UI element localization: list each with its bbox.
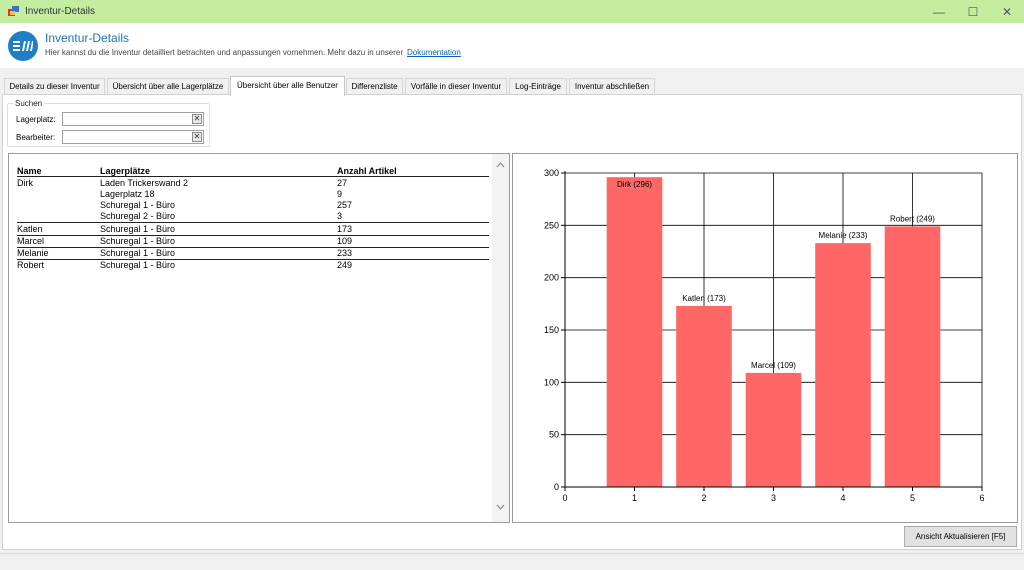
- row-divider: [17, 235, 489, 236]
- x-tick-label: 1: [632, 493, 637, 503]
- cell-anzahl: 109: [337, 236, 353, 246]
- lagerplatz-clear-button[interactable]: ✕: [192, 114, 202, 124]
- x-tick-label: 6: [979, 493, 984, 503]
- maximize-icon: ☐: [967, 4, 979, 19]
- scroll-up-icon[interactable]: [492, 156, 509, 173]
- lagerplatz-label: Lagerplatz:: [16, 114, 56, 124]
- cell-anzahl: 233: [337, 248, 353, 258]
- cell-lagerplatz: Lagerplatz 18: [100, 189, 155, 199]
- cell-anzahl: 3: [337, 211, 343, 221]
- row-divider: [17, 222, 489, 223]
- x-tick-label: 2: [701, 493, 706, 503]
- maximize-button[interactable]: ☐: [956, 0, 990, 23]
- status-bar: [0, 553, 1024, 570]
- tab-details[interactable]: Details zu dieser Inventur: [4, 78, 105, 95]
- bearbeiter-row: Bearbeiter:: [16, 130, 64, 144]
- row-divider: [17, 247, 489, 248]
- y-tick-label: 0: [554, 482, 559, 492]
- bearbeiter-label: Bearbeiter:: [16, 132, 56, 142]
- cell-anzahl: 257: [337, 200, 353, 210]
- cell-name: Dirk: [17, 178, 33, 188]
- cell-lagerplatz: Schuregal 1 - Büro: [100, 224, 176, 234]
- cell-lagerplatz: Schuregal 1 - Büro: [100, 200, 176, 210]
- x-tick-label: 5: [910, 493, 915, 503]
- y-tick-label: 300: [544, 168, 559, 178]
- minimize-icon: —: [933, 4, 945, 19]
- cell-lagerplatz: Schuregal 2 - Büro: [100, 211, 176, 221]
- y-tick-label: 150: [544, 325, 559, 335]
- cell-anzahl: 249: [337, 260, 353, 270]
- subtitle-text: Hier kannst du die Inventur detailliert …: [45, 48, 403, 57]
- window-title: Inventur-Details: [25, 6, 96, 17]
- cell-lagerplatz: Schuregal 1 - Büro: [100, 236, 176, 246]
- tab-log-eintraege[interactable]: Log-Einträge: [509, 78, 567, 95]
- column-header-anzahl: Anzahl Artikel: [337, 166, 397, 176]
- lagerplatz-input[interactable]: ✕: [62, 112, 204, 126]
- y-tick-label: 50: [549, 430, 559, 440]
- bearbeiter-clear-button[interactable]: ✕: [192, 132, 202, 142]
- search-group: Suchen Lagerplatz: ✕ Bearbeiter: ✕: [7, 99, 210, 147]
- cell-anzahl: 27: [337, 178, 348, 188]
- data-label: Robert (249): [890, 214, 935, 223]
- clear-icon: ✕: [193, 132, 201, 141]
- bar-chart: Dirk (296) Katlen (173) Marcel (109) Melani…: [544, 168, 985, 503]
- bar: [815, 243, 871, 487]
- logo-icon: [8, 31, 38, 61]
- cell-lagerplatz: Schuregal 1 - Büro: [100, 260, 176, 270]
- chart-panel: Dirk (296) Katlen (173) Marcel (109) Melani…: [512, 153, 1018, 523]
- bar: [606, 177, 663, 488]
- y-tick-label: 100: [544, 377, 559, 387]
- user-table-panel[interactable]: Name Lagerplätze Anzahl Artikel Dirk Lad…: [8, 153, 510, 523]
- cell-name: Robert: [17, 260, 45, 270]
- tab-bar: Details zu dieser Inventur Übersicht übe…: [0, 76, 1024, 96]
- scroll-down-icon[interactable]: [492, 498, 509, 515]
- vertical-scrollbar[interactable]: [492, 154, 509, 522]
- documentation-link[interactable]: Dokumentation: [407, 48, 461, 57]
- y-tick-label: 200: [544, 273, 559, 283]
- refresh-view-button[interactable]: Ansicht Aktualisieren [F5]: [904, 526, 1017, 547]
- page-subtitle: Hier kannst du die Inventur detailliert …: [45, 48, 461, 57]
- tab-vorfaelle[interactable]: Vorfälle in dieser Inventur: [405, 78, 507, 95]
- cell-name: Marcel: [17, 236, 45, 246]
- tab-differenzliste[interactable]: Differenzliste: [346, 78, 403, 95]
- column-header-name: Name: [17, 166, 42, 176]
- header-divider: [17, 176, 489, 177]
- bar: [884, 226, 941, 487]
- cell-lagerplatz: Schuregal 1 - Büro: [100, 248, 176, 258]
- bar: [676, 305, 732, 487]
- close-icon: ✕: [1001, 4, 1013, 19]
- bearbeiter-input[interactable]: ✕: [62, 130, 204, 144]
- y-tick-label: 250: [544, 220, 559, 230]
- header: Inventur-Details Hier kannst du die Inve…: [0, 23, 1024, 68]
- cell-name: Katlen: [17, 224, 43, 234]
- data-label: Dirk (296): [617, 180, 652, 189]
- app-icon: [8, 6, 19, 17]
- tab-inventur-abschliessen[interactable]: Inventur abschließen: [569, 78, 655, 95]
- clear-icon: ✕: [193, 114, 201, 123]
- column-header-lagerplaetze: Lagerplätze: [100, 166, 151, 176]
- bar: [745, 372, 802, 487]
- row-divider: [17, 259, 489, 260]
- title-bar: Inventur-Details — ☐ ✕: [0, 0, 1024, 23]
- data-label: Melanie (233): [819, 231, 868, 240]
- cell-name: Melanie: [17, 248, 49, 258]
- cell-lagerplatz: Laden Trickerswand 2: [100, 178, 189, 188]
- close-button[interactable]: ✕: [990, 0, 1024, 23]
- cell-anzahl: 173: [337, 224, 353, 234]
- tab-lagerplaetze[interactable]: Übersicht über alle Lagerplätze: [107, 78, 229, 95]
- cell-anzahl: 9: [337, 189, 343, 199]
- tab-benutzer[interactable]: Übersicht über alle Benutzer: [230, 76, 345, 96]
- lagerplatz-row: Lagerplatz:: [16, 112, 64, 126]
- x-tick-label: 0: [562, 493, 567, 503]
- minimize-button[interactable]: —: [922, 0, 956, 23]
- x-tick-label: 4: [840, 493, 845, 503]
- page-title: Inventur-Details: [45, 31, 130, 45]
- data-label: Katlen (173): [682, 294, 726, 303]
- x-tick-label: 3: [771, 493, 776, 503]
- search-legend: Suchen: [13, 99, 45, 108]
- data-label: Marcel (109): [751, 361, 796, 370]
